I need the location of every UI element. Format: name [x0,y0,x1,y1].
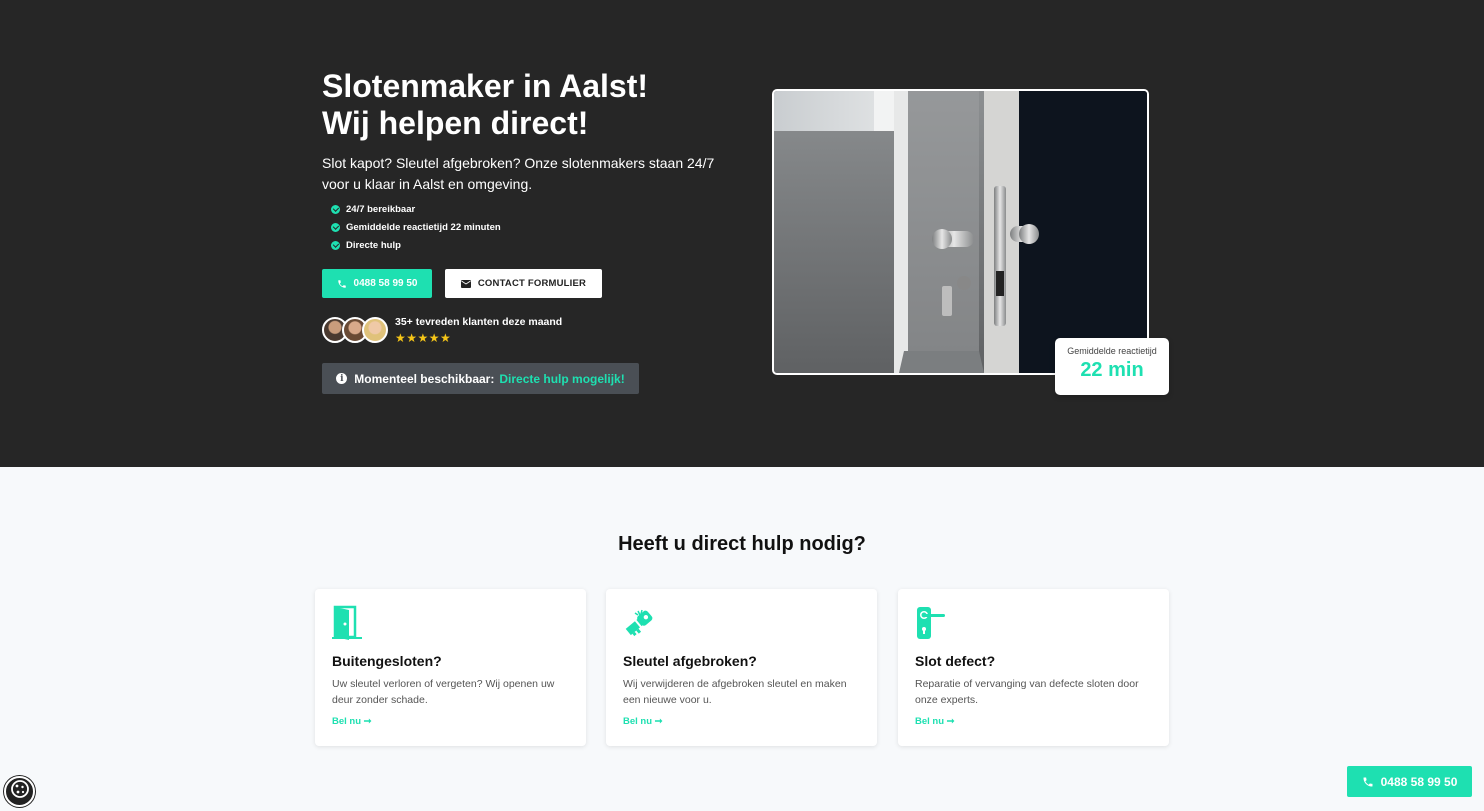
cookie-icon [10,779,30,804]
mail-icon [460,279,471,288]
reaction-time-label: Gemiddelde reactietijd [1067,346,1157,356]
checklist-item-label: Gemiddelde reactietijd 22 minuten [346,221,501,233]
service-card-defect-lock: Slot defect? Reparatie of vervanging van… [898,589,1169,746]
availability-banner: i Momenteel beschikbaar: Directe hulp mo… [322,363,639,394]
hero-title-line1: Slotenmaker in Aalst! [322,68,649,104]
hero-title: Slotenmaker in Aalst! Wij helpen direct! [322,68,742,142]
hero-title-line2: Wij helpen direct! [322,105,589,141]
service-card-title: Buitengesloten? [332,653,442,669]
service-card-title: Slot defect? [915,653,996,669]
check-circle-icon [331,204,340,214]
checklist-item: Gemiddelde reactietijd 22 minuten [331,218,501,236]
check-circle-icon [331,222,340,232]
call-now-link[interactable]: Bel nu ➞ [623,716,663,727]
door-lock-photo [772,89,1149,375]
feature-checklist: 24/7 bereikbaar Gemiddelde reactietijd 2… [331,200,501,254]
check-circle-icon [331,240,340,250]
checklist-item: Directe hulp [331,236,501,254]
hero-subtitle: Slot kapot? Sleutel afgebroken? Onze slo… [322,155,715,192]
call-now-link[interactable]: Bel nu ➞ [915,716,955,727]
service-card-locked-out: Buitengesloten? Uw sleutel verloren of v… [315,589,586,746]
services-title: Heeft u direct hulp nodig? [618,533,866,555]
door-handle-icon [914,605,948,641]
reaction-time-value: 22 min [1080,359,1144,381]
floating-call-button[interactable]: 0488 58 99 50 [1347,766,1472,797]
contact-form-button[interactable]: CONTACT FORMULIER [445,269,602,298]
floating-call-label: 0488 58 99 50 [1380,774,1458,789]
avatar [362,317,388,343]
service-card-title: Sleutel afgebroken? [623,653,757,669]
reviews-text: 35+ tevreden klanten deze maand [395,316,563,328]
checklist-item-label: 24/7 bereikbaar [346,203,416,215]
broken-key-icon [622,605,656,641]
checklist-item-label: Directe hulp [346,239,401,251]
phone-icon [1362,776,1374,788]
call-now-link[interactable]: Bel nu ➞ [332,716,372,727]
availability-prefix: Momenteel beschikbaar: [354,371,495,386]
call-button-label: 0488 58 99 50 [353,278,418,289]
contact-form-button-label: CONTACT FORMULIER [477,278,587,289]
call-button[interactable]: 0488 58 99 50 [322,269,432,298]
phone-icon [337,279,347,289]
service-card-text: Uw sleutel verloren of vergeten? Wij ope… [332,678,555,706]
cookie-settings-button[interactable] [4,776,35,807]
service-card-text: Reparatie of vervanging van defecte slot… [915,678,1139,706]
info-icon: i [336,373,348,384]
star-rating: ★★★★★ [395,331,452,345]
service-card-broken-key: Sleutel afgebroken? Wij verwijderen de a… [606,589,877,746]
hero-section: Slotenmaker in Aalst! Wij helpen direct!… [0,0,1484,467]
service-card-text: Wij verwijderen de afgebroken sleutel en… [623,678,847,706]
reaction-time-card: Gemiddelde reactietijd 22 min [1055,338,1169,395]
availability-highlight: Directe hulp mogelijk! [499,371,625,386]
checklist-item: 24/7 bereikbaar [331,200,501,218]
door-icon [331,605,365,641]
